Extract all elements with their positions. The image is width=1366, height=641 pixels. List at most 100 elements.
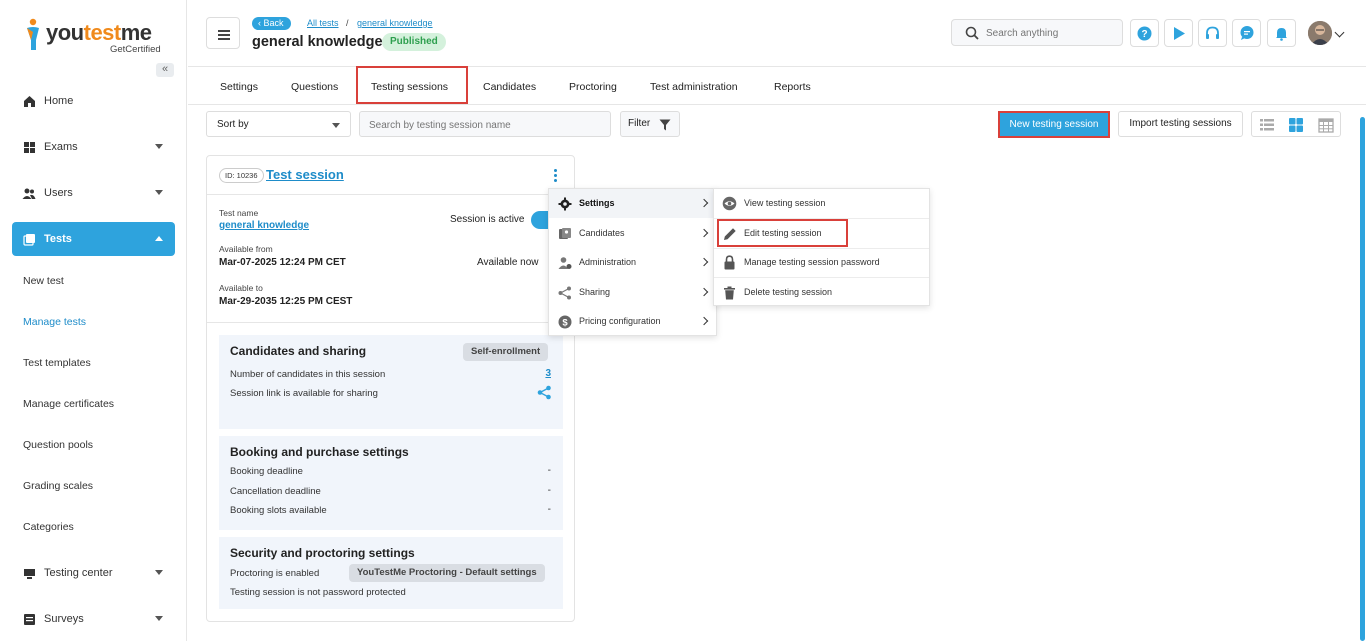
available-from-value: Mar-07-2025 12:24 PM CET: [219, 257, 346, 268]
chat-icon: [1240, 26, 1253, 40]
sidebar: youtestme GetCertified « Home Exams User…: [0, 0, 187, 641]
more-options-button[interactable]: [551, 169, 559, 185]
lock-icon: [722, 255, 737, 270]
filter-label: Filter: [628, 118, 651, 129]
sidebar-subitem-manage-certificates[interactable]: Manage certificates: [23, 398, 114, 410]
sidebar-item-exams[interactable]: Exams: [12, 130, 175, 164]
test-name-link[interactable]: general knowledge: [219, 220, 309, 231]
section-title: Candidates and sharing: [230, 344, 367, 358]
global-search[interactable]: [951, 19, 1123, 46]
filter-button[interactable]: Filter: [620, 111, 680, 137]
menu-item-settings[interactable]: Settings: [549, 189, 716, 218]
section-title: Security and proctoring settings: [230, 546, 415, 560]
share-icon: [557, 285, 572, 300]
help-button[interactable]: ?: [1130, 19, 1159, 47]
sidebar-item-home[interactable]: Home: [12, 84, 175, 118]
sidebar-item-label: Tests: [44, 233, 72, 245]
submenu-item-view-testing-session[interactable]: View testing session: [714, 189, 929, 218]
global-search-input[interactable]: [986, 25, 1116, 41]
session-search[interactable]: [359, 111, 611, 137]
card-divider: [207, 322, 574, 323]
page-scrollbar[interactable]: [1360, 117, 1365, 641]
card-divider: [207, 194, 574, 195]
notifications-button[interactable]: [1267, 19, 1296, 47]
cancellation-deadline-label: Cancellation deadline: [230, 486, 321, 497]
testing-center-icon: [22, 566, 36, 580]
tab-test-administration[interactable]: Test administration: [650, 81, 738, 93]
tab-candidates[interactable]: Candidates: [483, 81, 536, 93]
submenu-item-delete-testing-session[interactable]: Delete testing session: [714, 278, 929, 307]
new-testing-session-button[interactable]: New testing session: [998, 111, 1110, 138]
sort-label: Sort by: [217, 119, 249, 130]
chevron-down-icon[interactable]: [1334, 27, 1345, 38]
logo[interactable]: youtestme GetCertified: [24, 16, 164, 56]
sidebar-item-label: Exams: [44, 141, 78, 153]
password-status-label: Testing session is not password protecte…: [230, 587, 406, 598]
candidates-count-link[interactable]: 3: [545, 368, 551, 379]
tab-questions[interactable]: Questions: [291, 81, 338, 93]
sidebar-item-users[interactable]: Users: [12, 176, 175, 210]
chat-button[interactable]: [1232, 19, 1261, 47]
sort-dropdown[interactable]: Sort by: [206, 111, 351, 137]
booking-section: Booking and purchase settings Booking de…: [219, 436, 563, 530]
support-icon: [1206, 26, 1219, 39]
sidebar-subitem-question-pools[interactable]: Question pools: [23, 439, 93, 451]
sidebar-subitem-test-templates[interactable]: Test templates: [23, 357, 91, 369]
tests-icon: [22, 232, 36, 246]
tab-reports[interactable]: Reports: [774, 81, 811, 93]
submenu-item-manage-password[interactable]: Manage testing session password: [714, 248, 929, 277]
cancellation-deadline-value: -: [547, 485, 551, 496]
tab-proctoring[interactable]: Proctoring: [569, 81, 617, 93]
breadcrumb-current[interactable]: general knowledge: [357, 18, 433, 28]
menu-item-administration[interactable]: Administration: [549, 248, 716, 277]
self-enrollment-badge: Self-enrollment: [463, 343, 549, 361]
sidebar-item-label: Users: [44, 187, 73, 199]
menu-item-candidates[interactable]: Candidates: [549, 219, 716, 248]
testing-session-card: ID: 10236 Test session Test name general…: [206, 155, 575, 622]
chevron-right-icon: [699, 198, 709, 208]
sidebar-subitem-new-test[interactable]: New test: [23, 275, 64, 287]
sidebar-item-label: Surveys: [44, 613, 84, 625]
session-link-label: Session link is available for sharing: [230, 388, 378, 399]
chevron-down-icon: [155, 570, 163, 575]
sidebar-item-surveys[interactable]: Surveys: [12, 602, 175, 636]
filter-icon: [659, 119, 671, 131]
chevron-right-icon: [699, 287, 709, 297]
back-button[interactable]: ‹ Back: [252, 17, 291, 30]
share-icon[interactable]: [537, 385, 552, 400]
chevron-up-icon: [155, 236, 163, 241]
play-button[interactable]: [1164, 19, 1193, 47]
support-button[interactable]: [1198, 19, 1227, 47]
candidates-count-label: Number of candidates in this session: [230, 369, 386, 380]
hamburger-menu-button[interactable]: [206, 17, 240, 49]
tab-settings[interactable]: Settings: [220, 81, 258, 93]
breadcrumb-separator: /: [346, 18, 349, 28]
breadcrumb-all-tests[interactable]: All tests: [307, 18, 339, 28]
sidebar-item-tests[interactable]: Tests: [12, 222, 175, 256]
sidebar-subitem-manage-tests[interactable]: Manage tests: [23, 316, 86, 328]
import-testing-sessions-button[interactable]: Import testing sessions: [1118, 111, 1243, 137]
sidebar-subitem-grading-scales[interactable]: Grading scales: [23, 480, 93, 492]
sidebar-item-testing-center[interactable]: Testing center: [12, 556, 175, 590]
administration-icon: [557, 255, 572, 270]
menu-item-pricing-configuration[interactable]: $ Pricing configuration: [549, 307, 716, 336]
booking-slots-label: Booking slots available: [230, 505, 327, 516]
search-icon: [965, 26, 979, 40]
chevron-right-icon: [699, 257, 709, 267]
eye-icon: [722, 196, 737, 211]
session-search-input[interactable]: [369, 117, 604, 133]
menu-item-sharing[interactable]: Sharing: [549, 278, 716, 307]
trash-icon: [722, 285, 737, 300]
logo-mark-icon: [27, 18, 39, 50]
list-view-icon[interactable]: [1259, 117, 1275, 133]
chevron-right-icon: [699, 316, 709, 326]
calendar-view-icon[interactable]: [1318, 117, 1334, 133]
chevron-down-icon: [155, 190, 163, 195]
avatar[interactable]: [1308, 21, 1332, 45]
collapse-sidebar-button[interactable]: «: [156, 63, 174, 77]
grid-view-icon[interactable]: [1288, 117, 1304, 133]
sidebar-subitem-categories[interactable]: Categories: [23, 521, 74, 533]
logo-text: youtestme: [46, 20, 152, 45]
session-name-link[interactable]: Test session: [266, 167, 344, 182]
exams-icon: [22, 140, 36, 154]
